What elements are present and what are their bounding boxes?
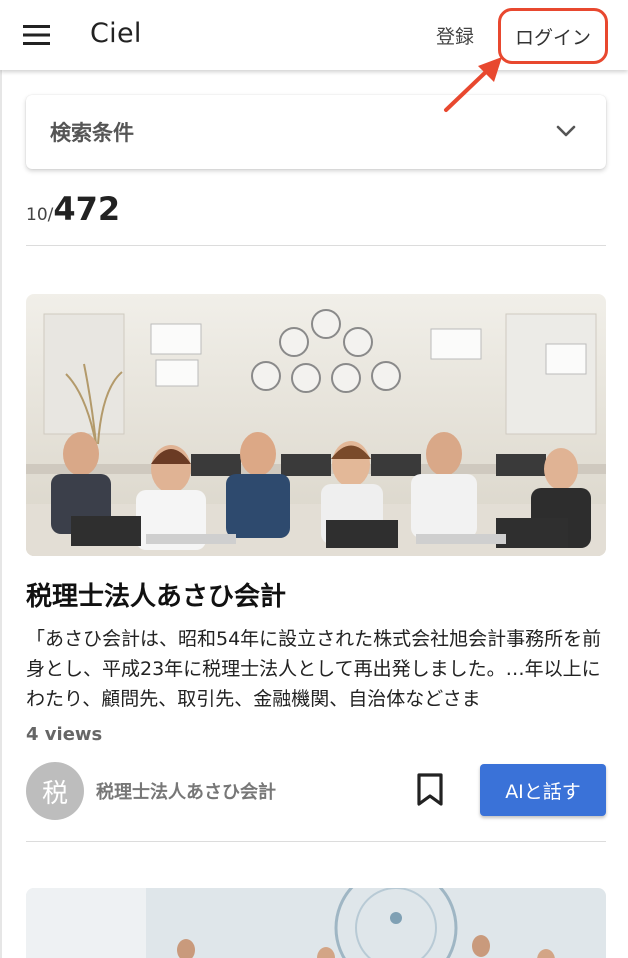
next-card-image[interactable] [26,888,606,958]
bookmark-icon [417,773,443,806]
divider [26,245,606,246]
login-button[interactable]: ログイン [498,8,608,64]
search-conditions-panel[interactable]: 検索条件 [26,95,606,169]
office-illustration [26,294,606,556]
chevron-down-icon[interactable] [554,121,578,141]
card-title[interactable]: 税理士法人あさひ会計 [26,576,286,613]
app-title[interactable]: Ciel [90,18,142,49]
annotation-arrow-icon [444,57,502,112]
search-conditions-label: 検索条件 [50,121,134,145]
page-left-border [0,0,2,958]
avatar-letter: 税 [41,778,68,809]
divider [26,841,606,842]
avatar[interactable]: 税 [26,762,84,820]
card-description: 「あさひ会計は、昭和54年に設立された株式会社旭会計事務所を前身とし、平成23年… [26,628,602,710]
result-count: 10/472 [26,190,120,228]
login-label: ログイン [514,26,591,49]
app-bar: Ciel 登録 ログイン [0,0,628,70]
card-image[interactable] [26,294,606,556]
bookmark-button[interactable] [410,768,450,812]
hamburger-menu-icon [23,25,50,45]
result-shown-count: 10/ [26,205,54,225]
register-link[interactable]: 登録 [436,22,474,49]
organization-name[interactable]: 税理士法人あさひ会計 [96,778,276,804]
card-view-count: 4 views [26,724,103,745]
ai-chat-button-label: AIと話す [505,780,581,803]
menu-button[interactable] [18,18,56,52]
futuristic-office-illustration [26,888,606,958]
result-total-count: 472 [53,190,121,228]
ai-chat-button[interactable]: AIと話す [480,764,606,816]
